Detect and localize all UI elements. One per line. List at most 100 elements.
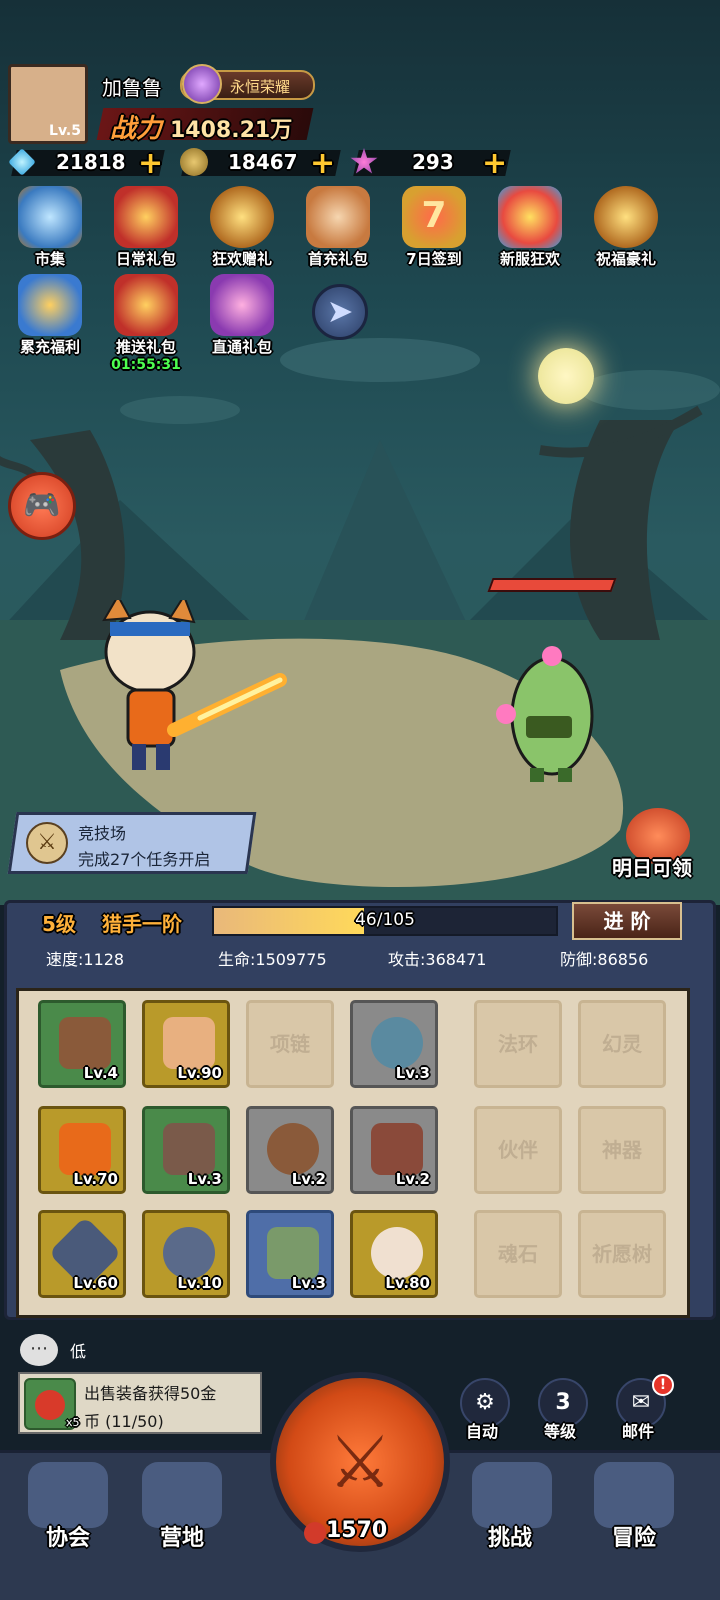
event-blessing-gift[interactable]: 祝福豪礼	[586, 186, 666, 276]
equip-slot[interactable]: Lv.90	[142, 1000, 230, 1088]
event-direct-pack[interactable]: 直通礼包	[202, 274, 282, 364]
event-market[interactable]: 市集	[10, 186, 90, 276]
belt-icon	[267, 1123, 319, 1175]
equip-slot[interactable]: Lv.2	[350, 1106, 438, 1194]
event-7day-signin[interactable]: 7 7日签到	[394, 186, 474, 276]
bracer-icon	[371, 1017, 423, 1069]
add-gold-button[interactable]: +	[310, 146, 335, 181]
power-label: 战力	[110, 114, 163, 144]
boot-icon	[267, 1227, 319, 1279]
equip-slot[interactable]: Lv.3	[142, 1106, 230, 1194]
auto-button-label[interactable]: 自动	[466, 1418, 498, 1442]
nav-guild[interactable]: 协会	[46, 1520, 90, 1552]
event-daily-pack[interactable]: 日常礼包	[106, 186, 186, 276]
player-name: 加鲁鲁	[102, 76, 162, 100]
chat-message[interactable]: 低	[70, 1338, 86, 1362]
moon	[538, 348, 594, 404]
arena-desc: 完成27个任务开启	[78, 850, 211, 869]
adventure-map-icon[interactable]	[594, 1462, 674, 1528]
stat-attack: 攻击:368471	[388, 950, 487, 969]
stat-speed: 速度:1128	[46, 950, 125, 969]
challenge-armor-icon[interactable]	[472, 1462, 552, 1528]
xp-text: 46/105	[355, 910, 415, 930]
nav-challenge[interactable]: 挑战	[488, 1520, 532, 1552]
equip-slot-ring[interactable]: 法环	[474, 1000, 562, 1088]
treasure-chest-icon	[18, 186, 82, 248]
mail-badge: !	[652, 1374, 674, 1396]
nav-adventure[interactable]: 冒险	[612, 1520, 656, 1552]
equip-slot[interactable]: Lv.4	[38, 1000, 126, 1088]
push-pack-timer: 01:55:31	[111, 357, 181, 373]
equip-slot[interactable]: Lv.3	[246, 1210, 334, 1298]
hero-level: 5级	[42, 912, 76, 936]
equip-slot-spirit[interactable]: 幻灵	[578, 1000, 666, 1088]
quest-text-line2: 币 (11/50)	[84, 1412, 164, 1431]
add-stars-button[interactable]: +	[482, 146, 507, 181]
star-burst-icon	[498, 186, 562, 248]
pendant-icon	[163, 1227, 215, 1279]
mail-button-label[interactable]: 邮件	[622, 1418, 654, 1442]
star-count: 293	[412, 150, 454, 174]
gem-count: 21818	[56, 150, 126, 174]
honor-gem-icon	[182, 64, 222, 104]
demon-mask-icon	[210, 274, 274, 336]
energy-count: 1570	[326, 1518, 388, 1543]
quest-text-line1: 出售装备获得50金	[84, 1384, 217, 1403]
add-gems-button[interactable]: +	[138, 146, 163, 181]
event-carnival-gift[interactable]: 狂欢赠礼	[202, 186, 282, 276]
equip-slot-soulstone[interactable]: 魂石	[474, 1210, 562, 1298]
stat-hp: 生命:1509775	[218, 950, 327, 969]
equip-slot[interactable]: Lv.70	[38, 1106, 126, 1194]
ramen-bowl-icon	[371, 1227, 423, 1279]
crossed-swords-shield-icon: ⚔	[26, 822, 68, 864]
stat-defense: 防御:86856	[560, 950, 649, 969]
pants-icon	[371, 1123, 423, 1175]
arena-title: 竞技场	[78, 824, 127, 843]
fox-mask-icon	[306, 186, 370, 248]
equip-slot[interactable]: Lv.80	[350, 1210, 438, 1298]
gold-orb-icon	[210, 186, 274, 248]
collapse-arrow-icon[interactable]: ➤	[312, 284, 368, 340]
player-avatar[interactable]: Lv.5	[8, 64, 88, 144]
power-value: 1408.21万	[170, 118, 293, 143]
gamepad-icon[interactable]: 🎮	[8, 472, 76, 540]
event-push-pack[interactable]: 推送礼包 01:55:31	[106, 274, 186, 373]
equip-slot-wish-tree[interactable]: 祈愿树	[578, 1210, 666, 1298]
battle-scene: Lv.5 加鲁鲁 永恒荣耀 战力 1408.21万 21818 + 18467 …	[0, 0, 720, 905]
event-cumulative-recharge[interactable]: 累充福利	[10, 274, 90, 364]
energy-apple-icon	[304, 1522, 326, 1544]
gift-bag-icon	[114, 186, 178, 248]
equip-slot-artifact[interactable]: 神器	[578, 1106, 666, 1194]
advance-button[interactable]: 进 阶	[572, 902, 682, 940]
nav-camp[interactable]: 营地	[160, 1520, 204, 1552]
tomorrow-claim-label: 明日可领	[612, 856, 692, 880]
event-first-recharge[interactable]: 首充礼包	[298, 186, 378, 276]
camp-tower-icon[interactable]	[142, 1462, 222, 1528]
chat-bubble-icon[interactable]: ⋯	[20, 1334, 58, 1366]
equip-slot[interactable]: Lv.2	[246, 1106, 334, 1194]
player-level: Lv.5	[49, 123, 81, 139]
equip-slot[interactable]: Lv.60	[38, 1210, 126, 1298]
level-button-label[interactable]: 等级	[544, 1418, 576, 1442]
gold-orb-icon	[594, 186, 658, 248]
red-gift-icon	[114, 274, 178, 336]
gold-count: 18467	[228, 150, 298, 174]
horn-icon	[59, 1017, 111, 1069]
cactus-monster	[496, 646, 594, 782]
event-new-server[interactable]: 新服狂欢	[490, 186, 570, 276]
gauntlet-icon	[163, 1123, 215, 1175]
gift-box-icon	[18, 274, 82, 336]
enemy-hp-bar	[487, 578, 617, 592]
quest-reward-count: x5	[66, 1416, 80, 1429]
hero-character	[102, 600, 287, 770]
jacket-icon	[59, 1123, 111, 1175]
equip-slot[interactable]: Lv.3	[350, 1000, 438, 1088]
hero-rank: 猎手一阶	[102, 912, 182, 936]
equip-slot[interactable]: Lv.10	[142, 1210, 230, 1298]
equip-slot-partner[interactable]: 伙伴	[474, 1106, 562, 1194]
fox-hat-icon	[163, 1017, 215, 1069]
seven-badge-icon: 7	[402, 186, 466, 248]
equip-slot-necklace[interactable]: 项链	[246, 1000, 334, 1088]
gold-coin-icon	[180, 148, 208, 176]
guild-helmet-icon[interactable]	[28, 1462, 108, 1528]
